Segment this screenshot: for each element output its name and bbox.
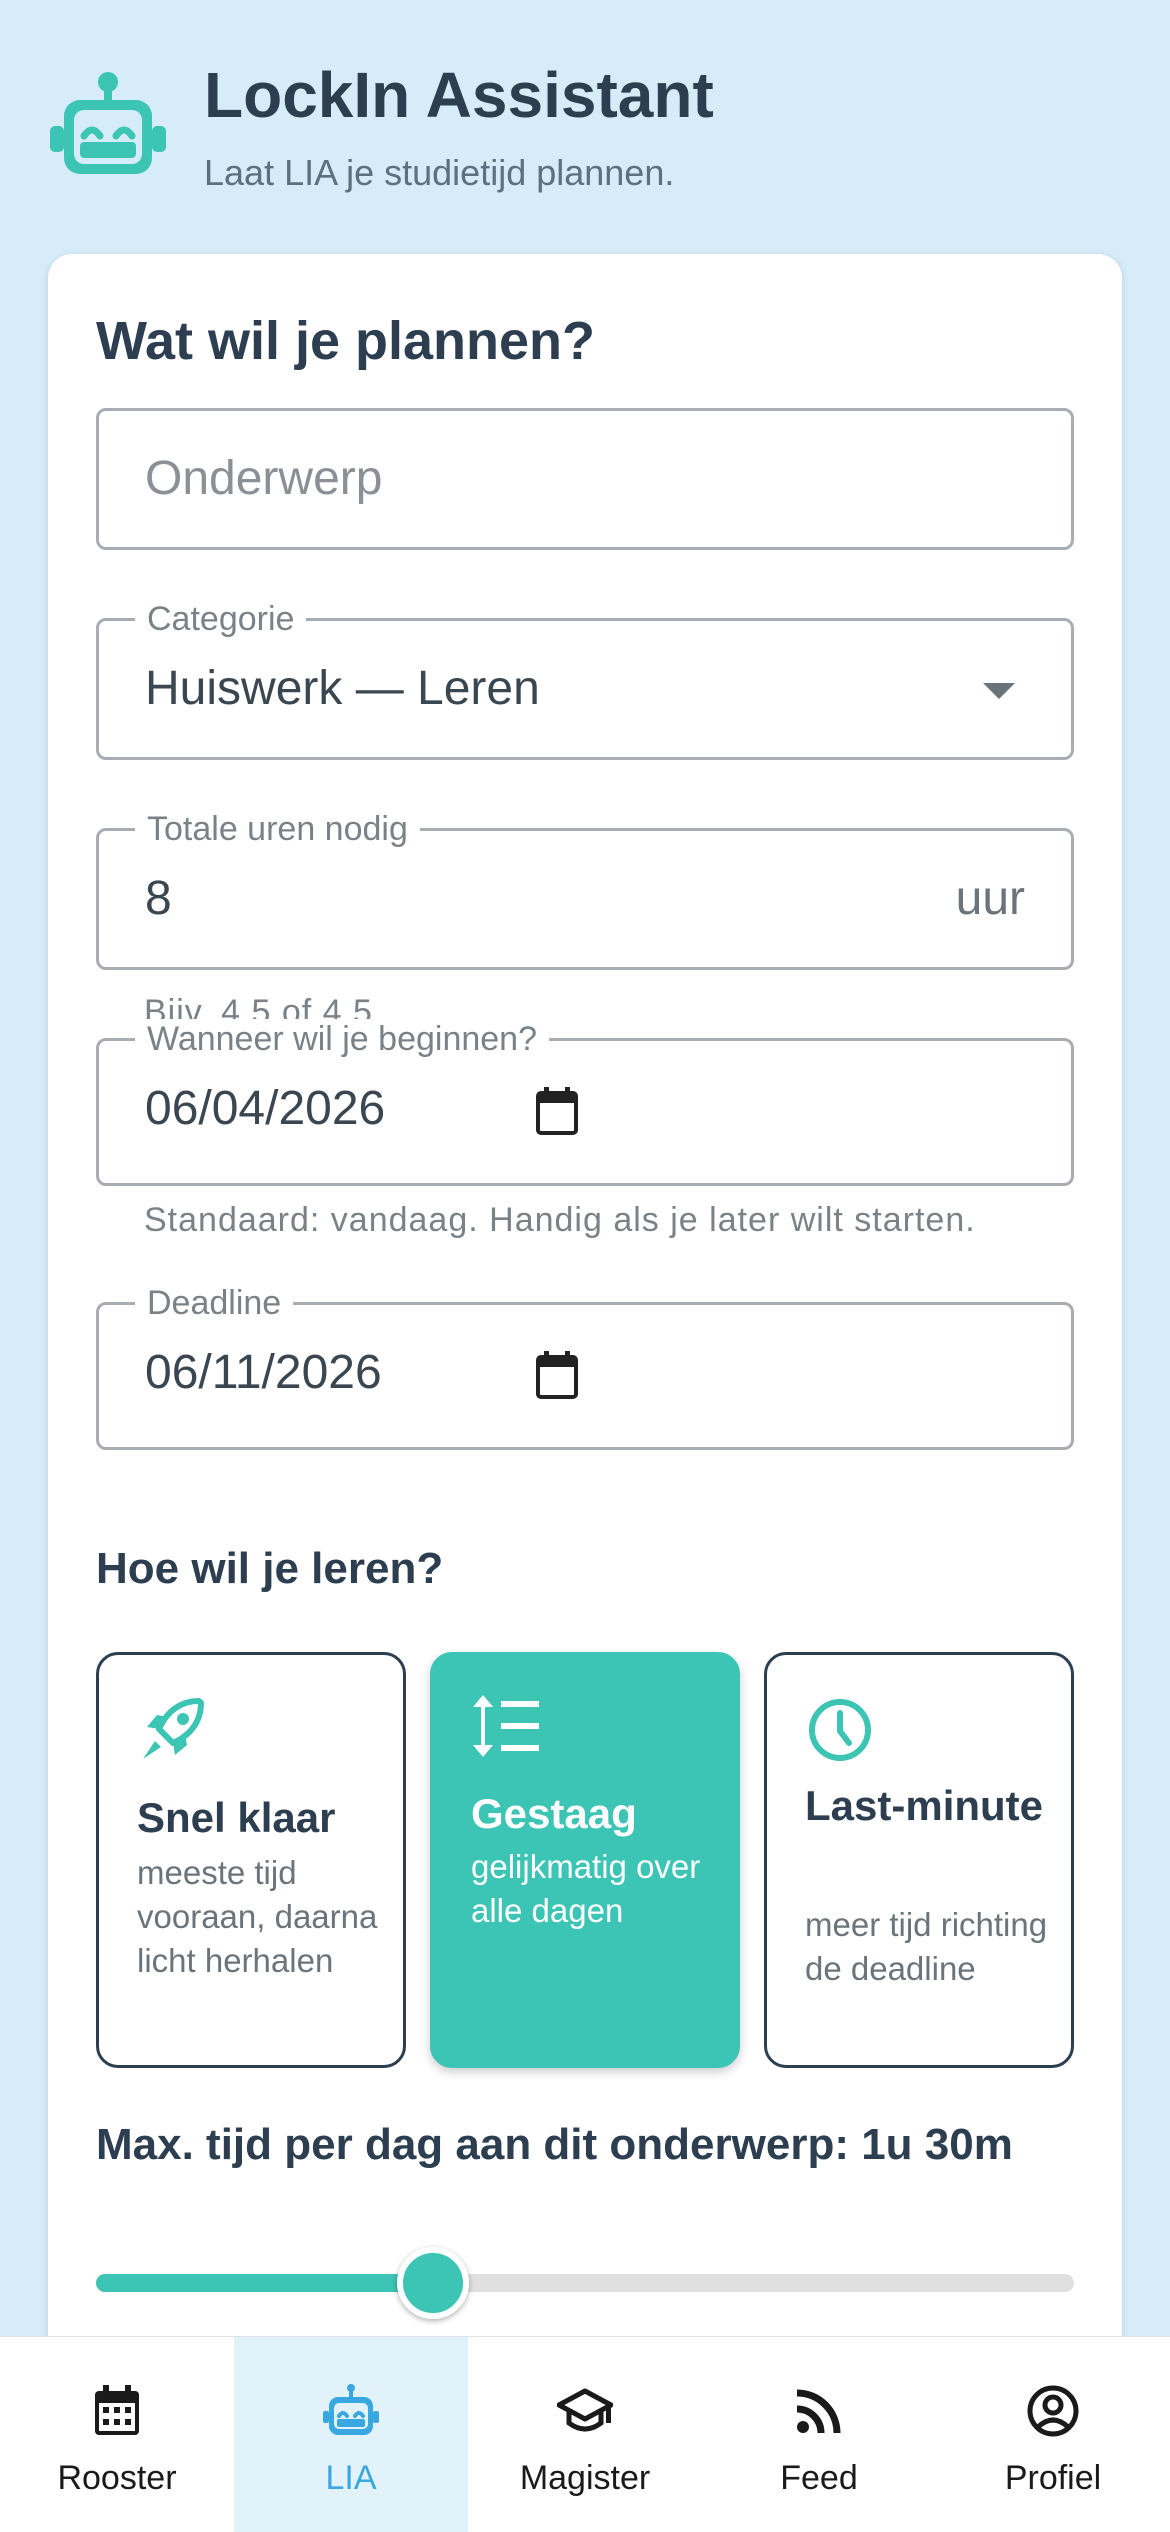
option-title: Snel klaar	[137, 1794, 336, 1841]
nav-item-feed[interactable]: Feed	[702, 2337, 936, 2532]
nav-item-rooster[interactable]: Rooster	[0, 2337, 234, 2532]
planning-card: Wat wil je plannen? Onderwerp Categorie …	[48, 254, 1122, 2532]
option-title: Last-minute	[805, 1782, 1044, 1829]
app-header: LockIn Assistant Laat LIA je studietijd …	[0, 0, 1170, 250]
deadline-input[interactable]: Deadline 06/11/2026	[96, 1283, 1074, 1450]
option-description: gelijkmatig over alle dagen	[471, 1848, 701, 1929]
start-date-label: Wanneer wil je beginnen?	[135, 1019, 549, 1059]
robot-icon	[323, 2384, 379, 2435]
hours-label: Totale uren nodig	[135, 809, 420, 849]
app-title: LockIn Assistant	[204, 59, 714, 131]
graduation-cap-icon	[557, 2388, 613, 2432]
robot-icon	[50, 72, 166, 174]
nav-item-lia[interactable]: LIA	[234, 2337, 468, 2532]
line-spacing-icon	[473, 1695, 539, 1757]
nav-label: Feed	[780, 2459, 858, 2497]
subject-input[interactable]: Onderwerp	[96, 408, 1074, 550]
option-description: meer tijd richting de deadline	[805, 1906, 1048, 1987]
dropdown-arrow-icon	[983, 683, 1015, 699]
subject-placeholder: Onderwerp	[145, 452, 383, 505]
calendar-icon	[95, 2385, 139, 2435]
hours-value: 8	[145, 872, 172, 925]
nav-label: Profiel	[1004, 2459, 1102, 2497]
slider-thumb[interactable]	[397, 2247, 470, 2319]
deadline-value: 06/11/2026	[145, 1346, 382, 1399]
form-title: Wat wil je plannen?	[96, 311, 596, 371]
category-value: Huiswerk — Leren	[145, 662, 540, 715]
rss-icon	[796, 2389, 841, 2434]
max-time-slider[interactable]	[96, 2247, 1074, 2319]
option-title: Gestaag	[471, 1790, 637, 1837]
start-date-value: 06/04/2026	[145, 1082, 386, 1135]
app-subtitle: Laat LIA je studietijd plannen.	[204, 152, 675, 193]
category-label: Categorie	[135, 599, 307, 639]
nav-label: Magister	[519, 2459, 651, 2497]
option-last-minute[interactable]: Last-minute meer tijd richting de deadli…	[764, 1652, 1074, 2068]
nav-item-profiel[interactable]: Profiel	[936, 2337, 1170, 2532]
clock-icon	[809, 1699, 871, 1761]
option-snel-klaar[interactable]: Snel klaar meeste tijd vooraan, daarna l…	[96, 1652, 406, 2068]
hours-suffix: uur	[955, 872, 1025, 925]
account-circle-icon	[1027, 2385, 1079, 2437]
nav-label: LIA	[325, 2459, 377, 2497]
deadline-label: Deadline	[135, 1283, 294, 1323]
calendar-icon[interactable]	[535, 1087, 579, 1135]
nav-label: Rooster	[57, 2459, 177, 2497]
bottom-navigation: Rooster LIA Magister Feed Profiel	[0, 2336, 1170, 2532]
slider-fill	[96, 2274, 434, 2292]
option-gestaag[interactable]: Gestaag gelijkmatig over alle dagen	[430, 1652, 740, 2068]
option-description: meeste tijd vooraan, daarna licht herhal…	[137, 1854, 378, 1979]
max-time-label: Max. tijd per dag aan dit onderwerp: 1u …	[96, 2120, 1013, 2169]
start-date-input[interactable]: Wanneer wil je beginnen? 06/04/2026	[96, 1019, 1074, 1186]
start-date-helper: Standaard: vandaag. Handig als je later …	[144, 1201, 976, 1239]
rocket-icon	[143, 1698, 204, 1759]
hours-input[interactable]: Totale uren nodig 8 uur	[96, 809, 1074, 970]
learning-section-title: Hoe wil je leren?	[96, 1544, 444, 1593]
calendar-icon[interactable]	[535, 1351, 579, 1399]
nav-item-magister[interactable]: Magister	[468, 2337, 702, 2532]
category-select[interactable]: Categorie Huiswerk — Leren	[96, 599, 1074, 760]
